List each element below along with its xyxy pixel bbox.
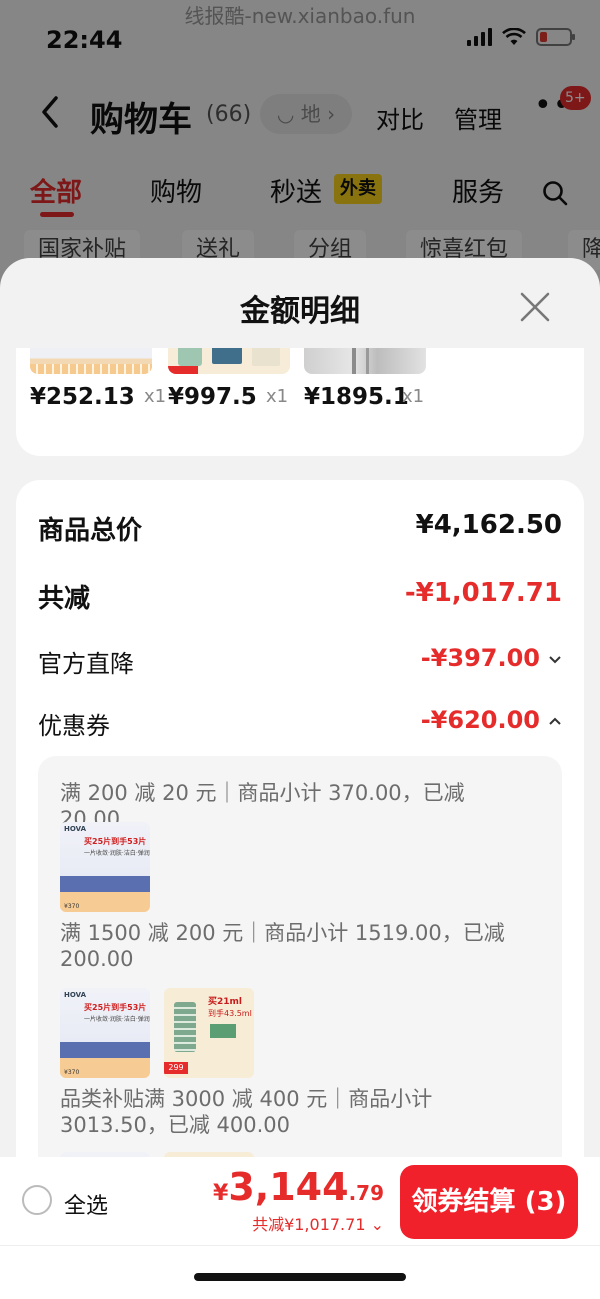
checkout-bar: 全选 ¥3,144.79 共减¥1,017.71 ⌄ 领券结算 (3) bbox=[0, 1157, 600, 1299]
coupon-product-thumb: HOVA 买25片到手53片 一片收敛·润肤·洁白·弹润 ¥370 bbox=[60, 988, 150, 1078]
coupon-product-thumb: 买21ml 到手43.5ml 299 bbox=[164, 988, 254, 1078]
product-image bbox=[30, 348, 152, 374]
subtotal-row: 商品总价 ¥4,162.50 bbox=[38, 510, 562, 550]
close-button[interactable] bbox=[518, 290, 552, 324]
product-price: ¥1895.1 bbox=[304, 384, 409, 410]
coupon-rule: 品类补贴满 3000 减 400 元｜商品小计 3013.50，已减 400.0… bbox=[60, 1087, 433, 1137]
product-image bbox=[304, 348, 426, 374]
product-qty: x1 bbox=[266, 386, 289, 407]
product-price: ¥997.5 bbox=[168, 384, 257, 410]
currency-symbol: ¥ bbox=[213, 1181, 229, 1206]
coupon-value: -¥620.00 bbox=[420, 706, 540, 734]
subtotal-label: 商品总价 bbox=[38, 516, 143, 546]
official-discount-value: -¥397.00 bbox=[420, 644, 540, 672]
price-breakdown-card: 商品总价 ¥4,162.50 共减 -¥1,017.71 官方直降 -¥397.… bbox=[16, 480, 584, 1240]
coupon-product-thumb: HOVA 买25片到手53片 一片收敛·润肤·洁白·弹润 ¥370 bbox=[60, 822, 150, 912]
coupon-rule: 满 1500 减 200 元｜商品小计 1519.00，已减 200.00 bbox=[60, 921, 505, 971]
close-icon bbox=[520, 292, 550, 322]
product-price: ¥252.13 bbox=[30, 384, 135, 410]
total-discount-row: 共减 -¥1,017.71 bbox=[38, 578, 562, 618]
product-qty: x1 bbox=[402, 386, 425, 407]
select-all-checkbox[interactable] bbox=[22, 1185, 52, 1215]
official-discount-label: 官方直降 bbox=[38, 650, 134, 678]
total-price-integer: 3,144 bbox=[228, 1165, 349, 1209]
sheet-title: 金额明细 bbox=[240, 294, 360, 329]
coupon-row[interactable]: 优惠券 -¥620.00 bbox=[38, 706, 562, 746]
divider bbox=[0, 1245, 600, 1246]
total-discount-value: -¥1,017.71 bbox=[404, 578, 562, 608]
chevron-down-icon[interactable] bbox=[548, 648, 562, 677]
checkout-button[interactable]: 领券结算 (3) bbox=[400, 1165, 578, 1239]
total-price-decimal: .79 bbox=[348, 1181, 384, 1205]
amount-detail-sheet: 金额明细 ¥252.13 x1 ¥997.5 x1 ¥1895.1 x1 商品总… bbox=[0, 258, 600, 1299]
subtotal-value: ¥4,162.50 bbox=[415, 510, 562, 540]
discount-summary-text: 共减¥1,017.71 bbox=[252, 1215, 366, 1234]
total-price: ¥3,144.79 bbox=[213, 1165, 384, 1209]
select-all-label[interactable]: 全选 bbox=[64, 1188, 108, 1220]
product-image bbox=[168, 348, 290, 374]
chevron-down-icon: ⌄ bbox=[365, 1215, 384, 1234]
discount-summary[interactable]: 共减¥1,017.71 ⌄ bbox=[252, 1211, 384, 1235]
home-indicator bbox=[194, 1273, 406, 1281]
product-strip: ¥252.13 x1 ¥997.5 x1 ¥1895.1 x1 bbox=[16, 348, 584, 456]
total-discount-label: 共减 bbox=[38, 584, 91, 614]
coupon-label: 优惠券 bbox=[38, 712, 110, 740]
chevron-up-icon[interactable] bbox=[548, 710, 562, 739]
product-qty: x1 bbox=[144, 386, 167, 407]
official-discount-row[interactable]: 官方直降 -¥397.00 bbox=[38, 644, 562, 684]
